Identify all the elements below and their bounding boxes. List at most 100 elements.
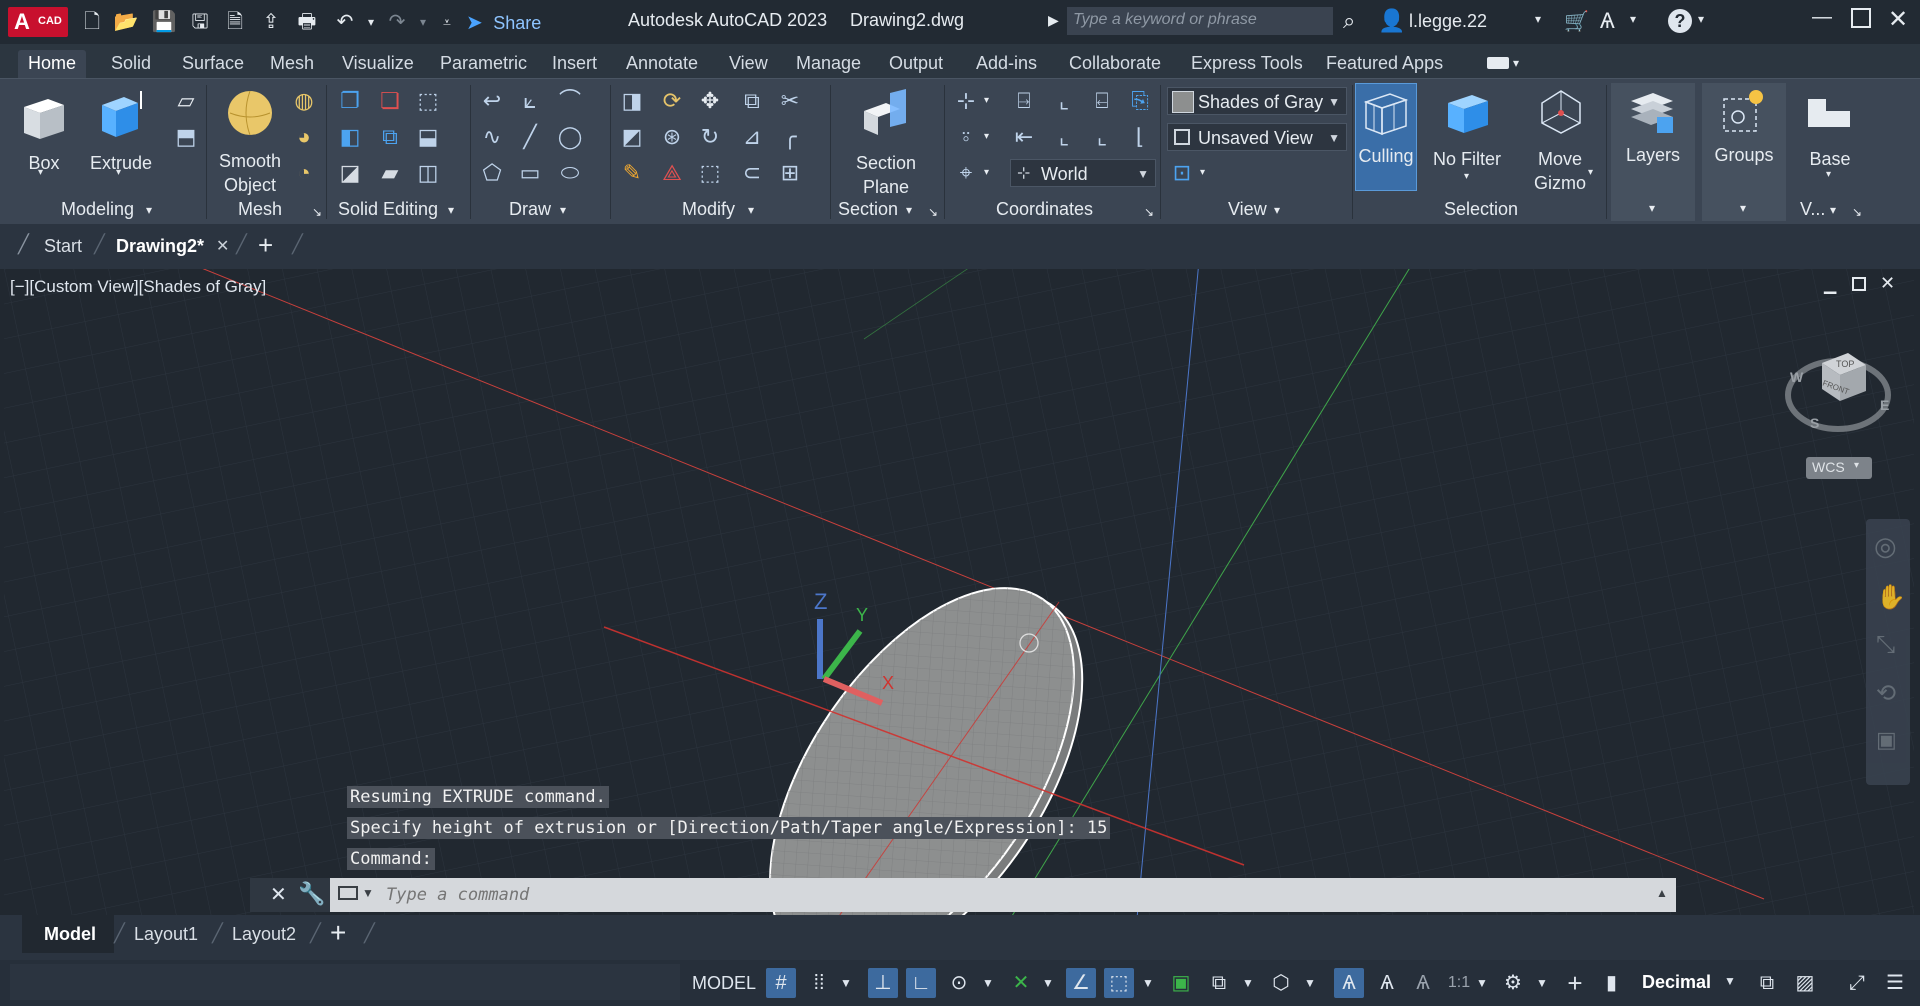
quick-properties-icon[interactable]: ⧉ — [1752, 968, 1782, 998]
tab-surface[interactable]: Surface — [182, 50, 244, 76]
polar-dropdown-icon[interactable]: ▼ — [980, 968, 996, 998]
tab-start[interactable]: Start — [44, 236, 82, 257]
tab-insert[interactable]: Insert — [552, 50, 597, 76]
a360-dropdown-icon[interactable]: ▾ — [1630, 12, 1636, 26]
ucs-dropdown-icon[interactable]: ▾ — [984, 95, 989, 106]
undo-dropdown-icon[interactable]: ▾ — [358, 10, 384, 34]
isometric-dropdown-icon[interactable]: ▼ — [1040, 968, 1056, 998]
close-tab-icon[interactable]: ✕ — [216, 236, 229, 256]
zoom-extents-icon[interactable]: ⤡ — [1876, 631, 1895, 659]
ucs-y-icon[interactable]: ⌞ — [1050, 123, 1078, 151]
panel-draw-dropdown-icon[interactable]: ▾ — [560, 203, 566, 217]
smooth-object-button[interactable]: Smooth Object — [212, 85, 288, 195]
panel-section-dropdown-icon[interactable]: ▾ — [906, 203, 912, 217]
offset-icon[interactable]: ⊂ — [738, 159, 766, 187]
viewport-config-icon[interactable]: ⊡ — [1168, 159, 1196, 187]
tab-featured-apps[interactable]: Featured Apps — [1326, 50, 1443, 76]
user-icon[interactable]: 👤 — [1378, 8, 1405, 34]
move-gizmo-dropdown-icon[interactable]: ▾ — [1588, 167, 1593, 178]
panel-modeling-dropdown-icon[interactable]: ▾ — [146, 203, 152, 217]
recent-commands-dropdown-icon[interactable]: ▼ — [362, 886, 374, 900]
lock-ui-icon[interactable]: ▨ — [1790, 968, 1820, 998]
save-as-icon[interactable]: 🖫 — [187, 10, 213, 34]
redo-dropdown-icon[interactable]: ▾ — [410, 10, 436, 34]
cart-icon[interactable]: 🛒 — [1564, 9, 1589, 34]
viewport-restore-icon[interactable] — [1852, 277, 1866, 291]
save-icon[interactable]: 💾 — [151, 10, 177, 34]
scale-icon[interactable]: ⊿ — [738, 123, 766, 151]
object-snap-tracking-icon[interactable]: ∠ — [1066, 968, 1096, 998]
tab-add-ins[interactable]: Add-ins — [976, 50, 1037, 76]
tab-drawing2[interactable]: Drawing2* — [116, 236, 204, 257]
mirror-icon[interactable]: ◨ — [618, 87, 646, 115]
panel-coordinates[interactable]: Coordinates — [996, 199, 1093, 220]
fillet-icon[interactable]: ╭ — [776, 123, 804, 151]
intersect-icon[interactable]: ◧ — [336, 123, 364, 151]
export-icon[interactable]: ⇪ — [258, 10, 284, 34]
help-search-input[interactable]: Type a keyword or phrase — [1067, 7, 1333, 35]
ucs-origin-dropdown-icon[interactable]: ▾ — [984, 131, 989, 142]
command-prompt-icon[interactable] — [338, 886, 358, 900]
panel-mesh[interactable]: Mesh — [238, 199, 282, 220]
viewport-config-dropdown-icon[interactable]: ▾ — [1200, 167, 1205, 178]
customize-icon[interactable]: 🔧 — [298, 881, 325, 907]
polyline-3d-icon[interactable]: ⟀ — [516, 87, 544, 115]
copy-icon[interactable]: ⧉ — [738, 87, 766, 115]
ucs-3point-icon[interactable]: ⌊ — [1126, 123, 1154, 151]
close-command-icon[interactable]: ✕ — [270, 882, 287, 907]
ucs-world-icon[interactable]: ⍇ — [1088, 87, 1116, 115]
mesh-dialog-launcher-icon[interactable]: ↘ — [312, 205, 322, 219]
trim-icon[interactable]: ✂ — [776, 87, 804, 115]
rectangle-icon[interactable]: ▭ — [516, 159, 544, 187]
grid-toggle-icon[interactable]: # — [766, 968, 796, 998]
polar-tracking-icon[interactable]: ⊙ — [944, 968, 974, 998]
panel-solid-editing-dropdown-icon[interactable]: ▾ — [448, 203, 454, 217]
move-icon[interactable]: ✥ — [696, 87, 724, 115]
erase-icon[interactable]: ✎ — [618, 159, 646, 187]
steering-wheel-icon[interactable]: ◎ — [1874, 531, 1897, 562]
customization-menu-icon[interactable]: ☰ — [1880, 968, 1910, 998]
thicken-icon[interactable]: ▰ — [376, 159, 404, 187]
slice-icon[interactable]: ◪ — [336, 159, 364, 187]
user-name[interactable]: l.legge.22 — [1409, 11, 1487, 32]
extrude-faces-icon[interactable]: ⬓ — [414, 123, 442, 151]
maximize-icon[interactable] — [1851, 8, 1871, 28]
object-snap-dropdown-icon[interactable]: ▼ — [1140, 968, 1156, 998]
3d-object-snap-dropdown-icon[interactable]: ▼ — [1302, 968, 1318, 998]
annotation-visibility-icon[interactable]: Ѧ — [1334, 968, 1364, 998]
ucs-object-icon[interactable]: ⌖ — [952, 159, 980, 187]
view-short-dialog-launcher-icon[interactable]: ↘ — [1852, 205, 1862, 219]
ribbon-minimize-icon[interactable] — [1487, 57, 1509, 69]
selection-cycling-dropdown-icon[interactable]: ▼ — [1240, 968, 1256, 998]
layers-panel-button[interactable]: Layers ▾ — [1611, 83, 1695, 221]
plot-icon[interactable]: 🖶 — [294, 10, 320, 34]
polyline-icon[interactable]: ↩ — [478, 87, 506, 115]
close-icon[interactable]: ✕ — [1888, 5, 1908, 34]
ucs-x-icon[interactable]: ⌞ — [1050, 87, 1078, 115]
command-line-grip[interactable] — [250, 878, 260, 912]
separate-icon[interactable]: ◫ — [414, 159, 442, 187]
no-filter-dropdown-icon[interactable]: ▾ — [1464, 171, 1469, 182]
ucs-named-icon[interactable]: ⍈ — [1010, 87, 1038, 115]
command-input[interactable] — [384, 882, 1628, 908]
search-expand-icon[interactable]: ▶ — [1048, 12, 1059, 29]
snap-dropdown-icon[interactable]: ▼ — [838, 968, 854, 998]
share-button[interactable]: ➤ Share — [466, 10, 541, 34]
section-dialog-launcher-icon[interactable]: ↘ — [928, 205, 938, 219]
panel-selection[interactable]: Selection — [1444, 199, 1518, 220]
subtract-icon[interactable]: ❏ — [376, 87, 404, 115]
new-file-icon[interactable]: 🗋 — [79, 10, 105, 34]
visual-style-dropdown[interactable]: Shades of Gray ▼ — [1167, 87, 1347, 115]
panel-solid-editing[interactable]: Solid Editing — [338, 199, 438, 220]
autoscale-icon[interactable]: Ѧ — [1372, 968, 1402, 998]
isometric-drafting-icon[interactable]: ✕ — [1006, 968, 1036, 998]
ucs-icon[interactable]: ⊹ — [952, 87, 980, 115]
panel-draw[interactable]: Draw — [509, 199, 551, 220]
extrude-dropdown-icon[interactable]: ▾ — [116, 167, 121, 178]
ellipse-icon[interactable]: ⬭ — [556, 159, 584, 187]
3d-object-snap-icon[interactable]: ⬡ — [1266, 968, 1296, 998]
search-icon[interactable]: ⌕ — [1343, 8, 1355, 34]
annotation-scale-value[interactable]: 1:1 — [1442, 968, 1476, 998]
tab-output[interactable]: Output — [889, 50, 943, 76]
new-layout-button[interactable]: + — [330, 917, 346, 949]
